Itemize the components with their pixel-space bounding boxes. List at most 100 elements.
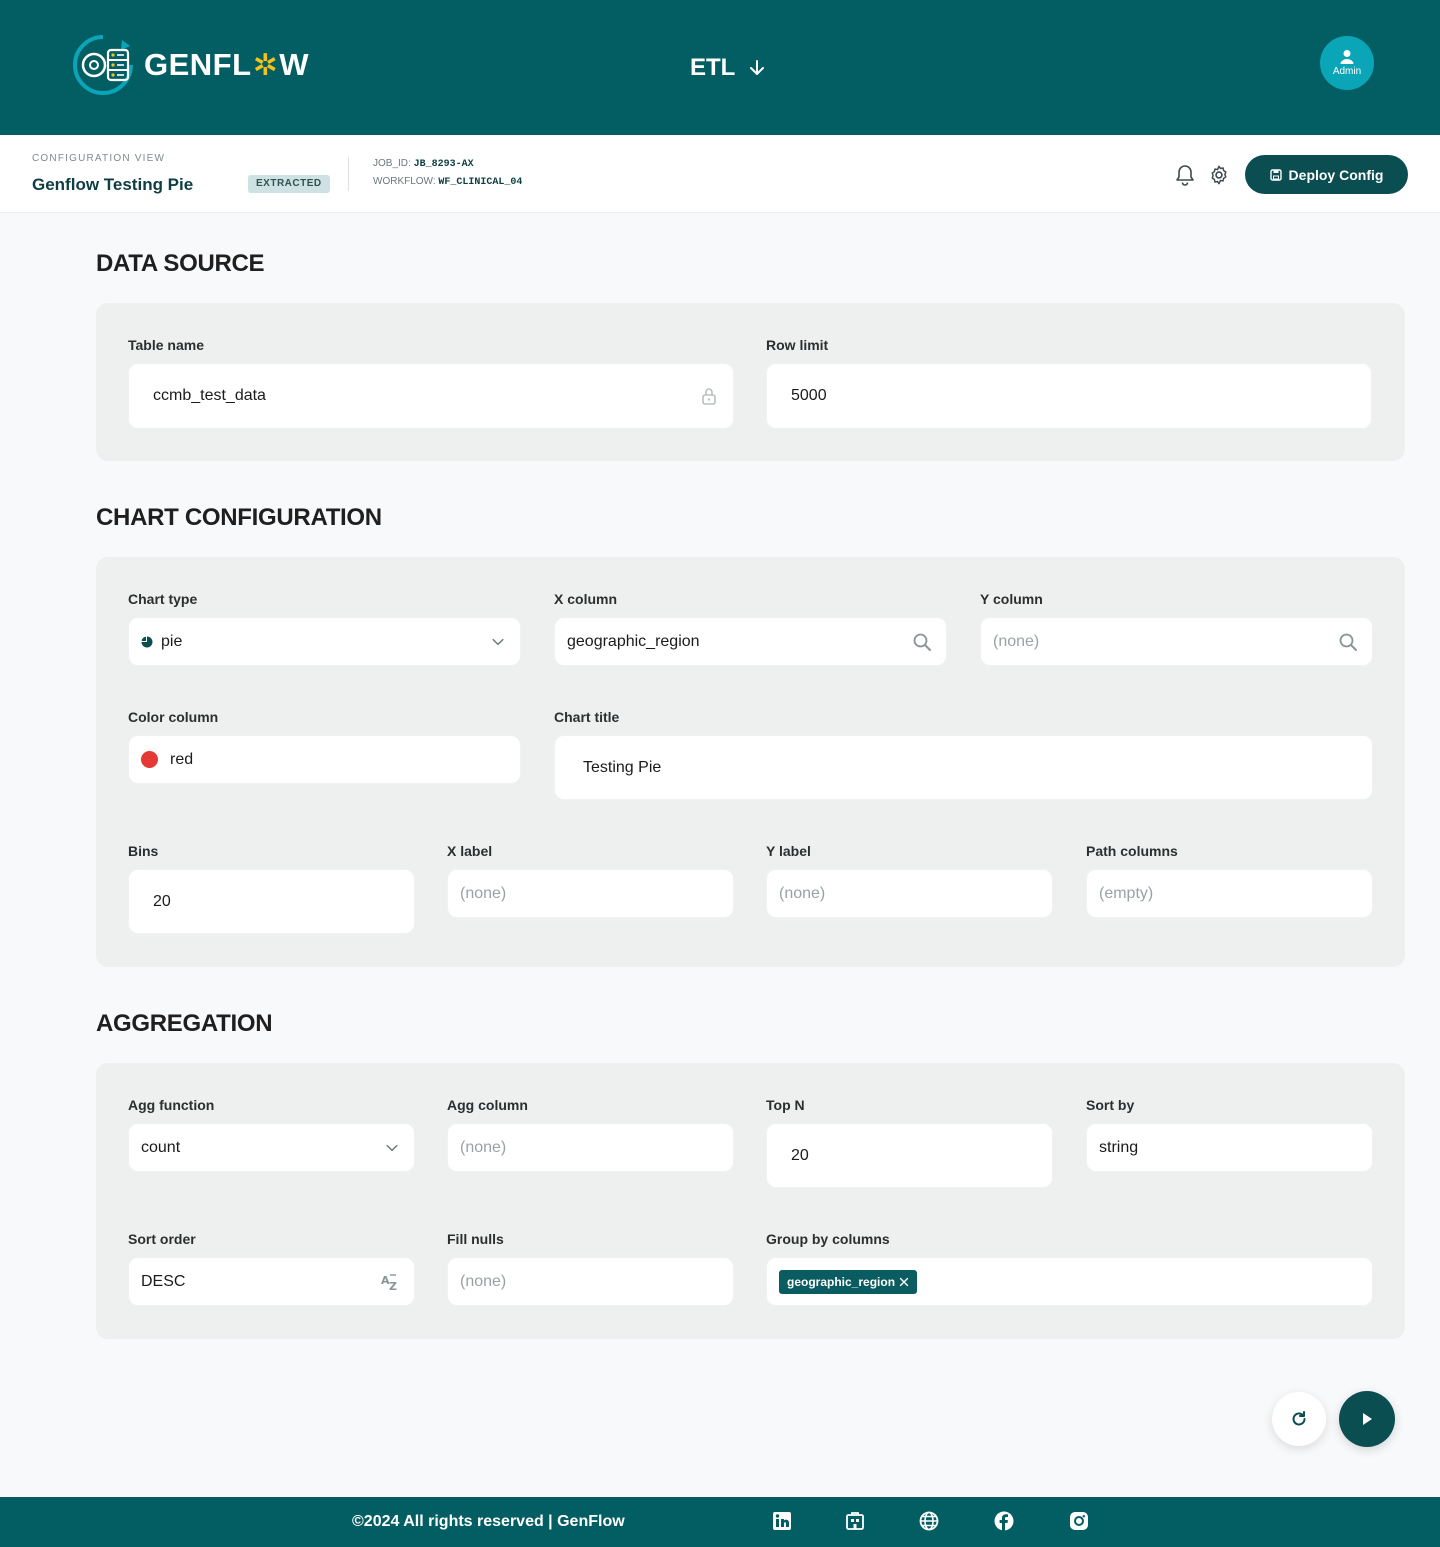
workflow-id: WORKFLOW: WF_CLINICAL_04 <box>373 176 522 188</box>
x-label-placeholder: (none) <box>460 884 507 902</box>
chart-type-value: pie <box>161 632 183 650</box>
y-column-input[interactable]: (none) <box>980 617 1373 666</box>
fill-nulls-placeholder: (none) <box>460 1272 507 1290</box>
table-name-label: Table name <box>128 337 204 353</box>
workflow-value: WF_CLINICAL_04 <box>438 177 523 188</box>
user-avatar[interactable]: Admin <box>1320 36 1374 90</box>
sort-by-input[interactable]: string <box>1086 1123 1373 1172</box>
status-badge: EXTRACTED <box>248 175 330 193</box>
logo-mark-icon <box>73 35 133 95</box>
path-columns-input[interactable]: (empty) <box>1086 869 1373 918</box>
instagram-icon[interactable] <box>1069 1511 1089 1531</box>
job-id: JOB_ID: JB_8293-AX <box>373 158 474 170</box>
copyright-text: ©2024 All rights reserved | GenFlow <box>352 1513 625 1530</box>
bins-value: 20 <box>153 892 171 910</box>
fill-nulls-label: Fill nulls <box>447 1231 504 1247</box>
agg-function-value: count <box>141 1138 181 1156</box>
sort-order-label: Sort order <box>128 1231 196 1247</box>
sort-order-input[interactable]: DESC A Z <box>128 1257 415 1306</box>
play-icon <box>1363 1413 1372 1425</box>
linkedin-icon[interactable] <box>772 1511 792 1531</box>
search-icon <box>1339 633 1357 651</box>
building-icon[interactable] <box>845 1511 865 1531</box>
sort-by-label: Sort by <box>1086 1097 1135 1113</box>
group-by-label: Group by columns <box>766 1231 890 1247</box>
chart-configuration-card: Chart type pie X column geographic_regio… <box>96 557 1405 967</box>
sort-by-value: string <box>1099 1138 1139 1156</box>
y-label-label: Y label <box>766 843 811 859</box>
module-label: ETL <box>690 54 736 81</box>
workflow-label: WORKFLOW: <box>373 176 436 187</box>
fill-nulls-input[interactable]: (none) <box>447 1257 734 1306</box>
row-limit-input[interactable]: 5000 <box>766 363 1372 429</box>
pie-chart-icon <box>141 636 153 647</box>
bins-input[interactable]: 20 <box>128 869 415 934</box>
y-column-placeholder: (none) <box>993 632 1040 650</box>
deploy-config-label: Deploy Config <box>1288 166 1384 183</box>
sort-alpha-icon[interactable]: A Z <box>380 1272 400 1292</box>
save-icon <box>1269 168 1282 181</box>
divider <box>348 157 349 191</box>
agg-function-select[interactable]: count <box>128 1123 415 1172</box>
gear-icon[interactable] <box>1208 164 1230 186</box>
brand-name-left: GENFL <box>144 47 252 82</box>
row-limit-value: 5000 <box>791 387 827 404</box>
chart-type-select[interactable]: pie <box>128 617 521 666</box>
brand-gear-icon: ✲ <box>252 48 279 82</box>
path-columns-placeholder: (empty) <box>1099 884 1154 902</box>
refresh-icon <box>1292 1411 1306 1426</box>
module-selector[interactable]: ETL <box>690 54 767 82</box>
chart-type-label: Chart type <box>128 591 198 607</box>
arrow-down-icon <box>750 60 765 75</box>
chevron-down-icon <box>492 638 504 645</box>
chevron-down-icon <box>386 1144 398 1151</box>
x-label-label: X label <box>447 843 493 859</box>
y-label-input[interactable]: (none) <box>766 869 1053 918</box>
agg-column-input[interactable]: (none) <box>447 1123 734 1172</box>
agg-column-label: Agg column <box>447 1097 528 1113</box>
close-icon[interactable] <box>899 1277 909 1287</box>
top-n-label: Top N <box>766 1097 805 1113</box>
configuration-kicker: CONFIGURATION VIEW <box>32 153 166 164</box>
run-button[interactable] <box>1339 1391 1395 1447</box>
lock-icon <box>702 388 716 405</box>
color-column-label: Color column <box>128 709 219 725</box>
avatar-label: Admin <box>1332 66 1362 77</box>
agg-column-placeholder: (none) <box>460 1138 507 1156</box>
path-columns-label: Path columns <box>1086 843 1178 859</box>
color-swatch <box>141 751 158 768</box>
group-by-input[interactable]: geographic_region <box>766 1257 1373 1306</box>
deploy-config-button[interactable]: Deploy Config <box>1245 155 1408 194</box>
footer: ©2024 All rights reserved | GenFlow <box>0 1497 1440 1547</box>
y-column-label: Y column <box>980 591 1043 607</box>
sort-order-value: DESC <box>141 1272 186 1290</box>
top-n-input[interactable]: 20 <box>766 1123 1053 1188</box>
data-source-card: Table name ccmb_test_data Row limit 5000 <box>96 303 1405 461</box>
user-icon <box>1340 50 1354 64</box>
aggregation-heading: AGGREGATION <box>96 1010 273 1037</box>
group-by-chip[interactable]: geographic_region <box>779 1269 918 1294</box>
bins-label: Bins <box>128 843 159 859</box>
chart-title-input[interactable]: Testing Pie <box>554 735 1373 800</box>
facebook-icon[interactable] <box>994 1511 1014 1531</box>
agg-function-label: Agg function <box>128 1097 215 1113</box>
chart-title-label: Chart title <box>554 709 620 725</box>
genflow-logo[interactable]: GENFL ✲ W <box>70 32 309 98</box>
x-column-input[interactable]: geographic_region <box>554 617 947 666</box>
x-column-value: geographic_region <box>567 632 700 650</box>
globe-icon[interactable] <box>919 1511 939 1531</box>
search-icon <box>913 633 931 651</box>
row-limit-label: Row limit <box>766 337 829 353</box>
chart-title-value: Testing Pie <box>583 758 662 776</box>
brand-name-right: W <box>279 47 309 82</box>
table-name-input[interactable]: ccmb_test_data <box>128 363 734 429</box>
chart-configuration-heading: CHART CONFIGURATION <box>96 504 382 531</box>
refresh-button[interactable] <box>1272 1392 1326 1446</box>
x-label-input[interactable]: (none) <box>447 869 734 918</box>
top-header: GENFL ✲ W ETL Admin <box>0 0 1440 135</box>
bell-icon[interactable] <box>1175 164 1195 186</box>
configuration-bar: CONFIGURATION VIEW Genflow Testing Pie E… <box>0 135 1440 213</box>
color-column-value: red <box>170 750 194 768</box>
aggregation-card: Agg function count Agg column (none) Top… <box>96 1063 1405 1339</box>
color-column-input[interactable]: red <box>128 735 521 784</box>
